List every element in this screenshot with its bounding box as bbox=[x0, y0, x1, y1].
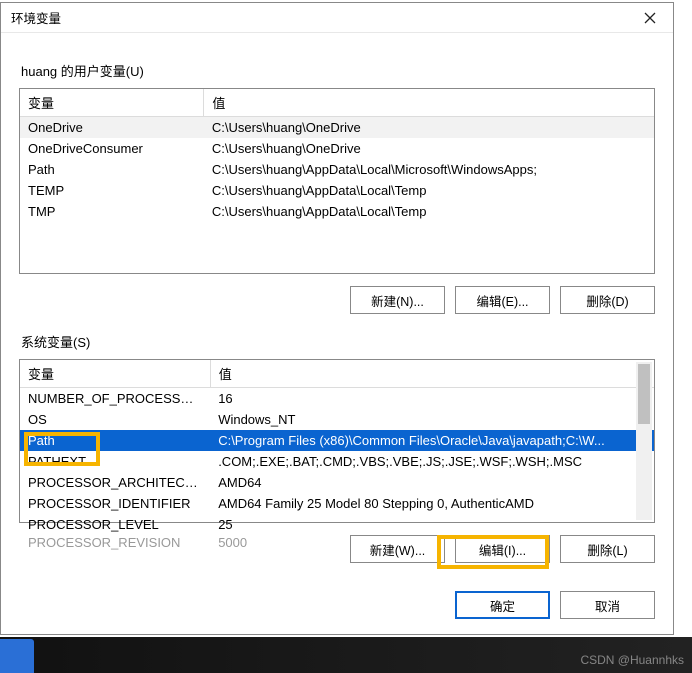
sys-vars-container: 变量 值 NUMBER_OF_PROCESSORS16 OSWindows_NT… bbox=[19, 359, 655, 563]
table-row[interactable]: PATHEXT.COM;.EXE;.BAT;.CMD;.VBS;.VBE;.JS… bbox=[20, 451, 654, 472]
table-row[interactable]: TEMPC:\Users\huang\AppData\Local\Temp bbox=[20, 180, 654, 201]
col-value[interactable]: 值 bbox=[204, 89, 654, 117]
table-row[interactable]: PROCESSOR_ARCHITECTUREAMD64 bbox=[20, 472, 654, 493]
user-vars-label: huang 的用户变量(U) bbox=[21, 61, 655, 80]
dialog-title: 环境变量 bbox=[11, 8, 61, 27]
sys-vars-table[interactable]: 变量 值 NUMBER_OF_PROCESSORS16 OSWindows_NT… bbox=[19, 359, 655, 523]
sys-scrollbar[interactable] bbox=[636, 362, 652, 520]
table-row[interactable]: PathC:\Users\huang\AppData\Local\Microso… bbox=[20, 159, 654, 180]
table-row[interactable]: PROCESSOR_IDENTIFIERAMD64 Family 25 Mode… bbox=[20, 493, 654, 514]
confirm-buttons: 确定 取消 bbox=[19, 591, 655, 619]
env-variables-dialog: 环境变量 huang 的用户变量(U) 变量 值 OneDriveC:\User… bbox=[0, 2, 674, 635]
col-variable[interactable]: 变量 bbox=[20, 360, 210, 388]
new-user-button[interactable]: 新建(N)... bbox=[350, 286, 445, 314]
table-row[interactable]: OneDriveC:\Users\huang\OneDrive bbox=[20, 117, 654, 139]
table-row[interactable]: NUMBER_OF_PROCESSORS16 bbox=[20, 388, 654, 410]
cancel-button[interactable]: 取消 bbox=[560, 591, 655, 619]
dialog-body: huang 的用户变量(U) 变量 值 OneDriveC:\Users\hua… bbox=[1, 33, 673, 631]
edit-user-button[interactable]: 编辑(E)... bbox=[455, 286, 550, 314]
user-vars-buttons: 新建(N)... 编辑(E)... 删除(D) bbox=[19, 286, 655, 314]
sys-vars-label: 系统变量(S) bbox=[21, 332, 655, 351]
table-row[interactable]: PROCESSOR_LEVEL25 bbox=[20, 514, 654, 535]
table-row[interactable]: OneDriveConsumerC:\Users\huang\OneDrive bbox=[20, 138, 654, 159]
user-vars-table[interactable]: 变量 值 OneDriveC:\Users\huang\OneDrive One… bbox=[19, 88, 655, 274]
table-row[interactable]: OSWindows_NT bbox=[20, 409, 654, 430]
watermark: CSDN @Huannhks bbox=[580, 653, 684, 667]
close-button[interactable] bbox=[627, 3, 673, 33]
del-user-button[interactable]: 删除(D) bbox=[560, 286, 655, 314]
ok-button[interactable]: 确定 bbox=[455, 591, 550, 619]
scroll-thumb[interactable] bbox=[638, 364, 650, 424]
table-row-selected[interactable]: PathC:\Program Files (x86)\Common Files\… bbox=[20, 430, 654, 451]
titlebar: 环境变量 bbox=[1, 3, 673, 33]
col-value[interactable]: 值 bbox=[210, 360, 654, 388]
col-variable[interactable]: 变量 bbox=[20, 89, 204, 117]
table-row[interactable]: TMPC:\Users\huang\AppData\Local\Temp bbox=[20, 201, 654, 222]
close-icon bbox=[644, 12, 656, 24]
table-row[interactable]: PROCESSOR_REVISION5000 bbox=[20, 535, 654, 550]
